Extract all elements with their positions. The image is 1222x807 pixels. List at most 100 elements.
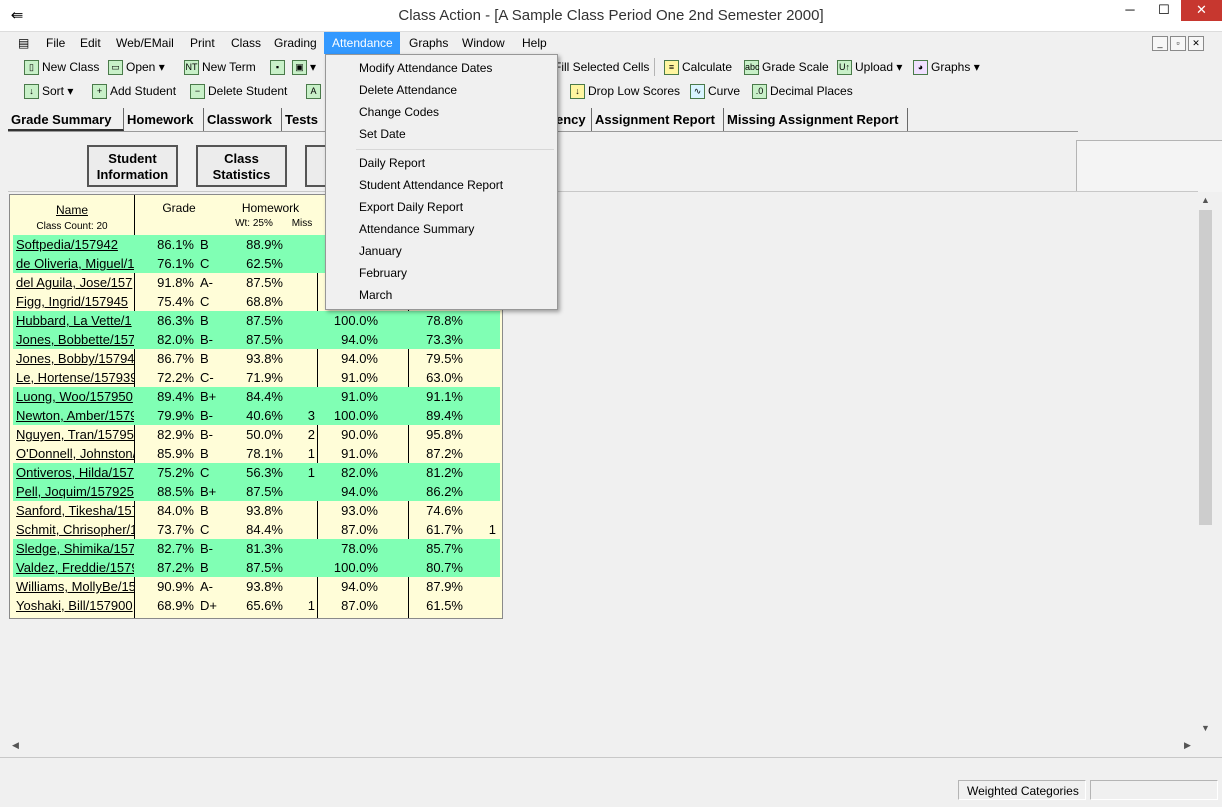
cell-name[interactable]: Schmit, Chrisopher/1: [16, 520, 134, 539]
cell-pct[interactable]: 72.2%: [134, 368, 194, 387]
cell-pct[interactable]: 82.9%: [134, 425, 194, 444]
table-row[interactable]: Pell, Joquim/157925 88.5% B+ 87.5% 94.0% 86.2…: [13, 482, 500, 501]
cell-name[interactable]: Ontiveros, Hilda/1579: [16, 463, 134, 482]
table-row[interactable]: Williams, MollyBe/15 90.9% A- 93.8% 94.0% 87.…: [13, 577, 500, 596]
table-row[interactable]: Jones, Bobby/15794 86.7% B 93.8% 94.0% 79.5%: [13, 349, 500, 368]
cell-letter[interactable]: C: [200, 292, 228, 311]
cell-hw[interactable]: 78.1%: [225, 444, 283, 463]
menu-grading[interactable]: Grading: [266, 32, 325, 54]
curve-button[interactable]: ∿ Curve: [690, 81, 740, 101]
cell-name[interactable]: Valdez, Freddie/1579: [16, 558, 134, 577]
cell-miss[interactable]: [285, 292, 315, 311]
cell-c6[interactable]: 80.7%: [403, 558, 463, 577]
cell-name[interactable]: de Oliveria, Miguel/1: [16, 254, 134, 273]
menu-item-daily-report[interactable]: Daily Report: [359, 153, 425, 173]
cell-miss[interactable]: 1: [285, 444, 315, 463]
cell-letter[interactable]: A-: [200, 577, 228, 596]
cell-extra[interactable]: [468, 596, 496, 615]
cell-name[interactable]: Nguyen, Tran/157952: [16, 425, 134, 444]
table-row[interactable]: Schmit, Chrisopher/1 73.7% C 84.4% 87.0% 61.7…: [13, 520, 500, 539]
toolbar-extra-button[interactable]: A: [306, 81, 324, 101]
menu-graphs[interactable]: Graphs: [401, 32, 456, 54]
cell-letter[interactable]: B-: [200, 425, 228, 444]
cell-letter[interactable]: B: [200, 311, 228, 330]
cell-pct[interactable]: 79.9%: [134, 406, 194, 425]
cell-extra[interactable]: [468, 406, 496, 425]
table-row[interactable]: Yoshaki, Bill/157900 68.9% D+ 65.6% 1 87.0% 61…: [13, 596, 500, 615]
cell-c6[interactable]: 61.5%: [403, 596, 463, 615]
cell-hw[interactable]: 68.8%: [225, 292, 283, 311]
menu-attendance[interactable]: Attendance: [324, 32, 400, 54]
tab-attendance-frequency[interactable]: ency: [556, 108, 592, 131]
cell-miss[interactable]: [285, 311, 315, 330]
menu-item-modify-attendance-dates[interactable]: Modify Attendance Dates: [359, 58, 492, 78]
cell-extra[interactable]: [468, 558, 496, 577]
cell-hw[interactable]: 87.5%: [225, 311, 283, 330]
table-row[interactable]: Newton, Amber/1579 79.9% B- 40.6% 3 100.0% 89.…: [13, 406, 500, 425]
cell-c5[interactable]: 94.0%: [318, 349, 378, 368]
tab-tests[interactable]: Tests: [282, 108, 324, 131]
print-button[interactable]: ▣ ▾: [292, 57, 316, 77]
cell-name[interactable]: O'Donnell, Johnston/: [16, 444, 134, 463]
mdi-close-button[interactable]: ✕: [1188, 36, 1204, 51]
cell-extra[interactable]: [468, 311, 496, 330]
menu-item-change-codes[interactable]: Change Codes: [359, 102, 439, 122]
cell-hw[interactable]: 87.5%: [225, 558, 283, 577]
cell-pct[interactable]: 86.3%: [134, 311, 194, 330]
cell-pct[interactable]: 75.4%: [134, 292, 194, 311]
student-information-button[interactable]: Student Information: [87, 145, 178, 187]
cell-letter[interactable]: C: [200, 254, 228, 273]
cell-c5[interactable]: 94.0%: [318, 577, 378, 596]
menu-file[interactable]: File: [38, 32, 73, 54]
menu-item-student-attendance-report[interactable]: Student Attendance Report: [359, 175, 503, 195]
cell-name[interactable]: Le, Hortense/157939: [16, 368, 134, 387]
cell-extra[interactable]: [468, 577, 496, 596]
cell-name[interactable]: del Aguila, Jose/157: [16, 273, 134, 292]
cell-name[interactable]: Figg, Ingrid/157945: [16, 292, 134, 311]
decimal-places-button[interactable]: .0 Decimal Places: [752, 81, 853, 101]
cell-c6[interactable]: 87.2%: [403, 444, 463, 463]
drop-low-scores-button[interactable]: ↓ Drop Low Scores: [570, 81, 680, 101]
add-student-button[interactable]: + Add Student: [92, 81, 176, 101]
vertical-scroll-thumb[interactable]: [1199, 210, 1212, 525]
cell-miss[interactable]: [285, 368, 315, 387]
cell-c5[interactable]: 87.0%: [318, 596, 378, 615]
sort-button[interactable]: ↓ Sort ▾: [24, 81, 73, 101]
cell-c6[interactable]: 74.6%: [403, 501, 463, 520]
cell-pct[interactable]: 73.7%: [134, 520, 194, 539]
cell-c5[interactable]: 93.0%: [318, 501, 378, 520]
table-row[interactable]: Sanford, Tikesha/157 84.0% B 93.8% 93.0% 74.6…: [13, 501, 500, 520]
cell-c6[interactable]: 78.8%: [403, 311, 463, 330]
menu-item-set-date[interactable]: Set Date: [359, 124, 406, 144]
table-row[interactable]: Valdez, Freddie/1579 87.2% B 87.5% 100.0% 80.…: [13, 558, 500, 577]
cell-pct[interactable]: 68.9%: [134, 596, 194, 615]
cell-c6[interactable]: 85.7%: [403, 539, 463, 558]
cell-c6[interactable]: 61.7%: [403, 520, 463, 539]
cell-extra[interactable]: [468, 425, 496, 444]
new-term-button[interactable]: NT New Term: [184, 57, 256, 77]
cell-letter[interactable]: C: [200, 463, 228, 482]
cell-pct[interactable]: 82.0%: [134, 330, 194, 349]
cell-c5[interactable]: 78.0%: [318, 539, 378, 558]
tab-classwork[interactable]: Classwork: [204, 108, 282, 131]
cell-hw[interactable]: 87.5%: [225, 330, 283, 349]
cell-pct[interactable]: 86.7%: [134, 349, 194, 368]
menu-web-email[interactable]: Web/EMail: [108, 32, 182, 54]
menu-item-attendance-summary[interactable]: Attendance Summary: [359, 219, 474, 239]
calculate-button[interactable]: ≡ Calculate: [664, 57, 732, 77]
cell-letter[interactable]: B: [200, 349, 228, 368]
cell-pct[interactable]: 84.0%: [134, 501, 194, 520]
cell-c6[interactable]: 81.2%: [403, 463, 463, 482]
cell-pct[interactable]: 86.1%: [134, 235, 194, 254]
minimize-button[interactable]: ─: [1113, 0, 1147, 21]
cell-pct[interactable]: 82.7%: [134, 539, 194, 558]
cell-hw[interactable]: 40.6%: [225, 406, 283, 425]
cell-pct[interactable]: 89.4%: [134, 387, 194, 406]
cell-hw[interactable]: 84.4%: [225, 520, 283, 539]
cell-extra[interactable]: [468, 539, 496, 558]
cell-miss[interactable]: 1: [285, 596, 315, 615]
cell-hw[interactable]: 87.5%: [225, 482, 283, 501]
cell-pct[interactable]: 91.8%: [134, 273, 194, 292]
homework-column-header[interactable]: Homework: [224, 201, 317, 215]
cell-miss[interactable]: [285, 577, 315, 596]
